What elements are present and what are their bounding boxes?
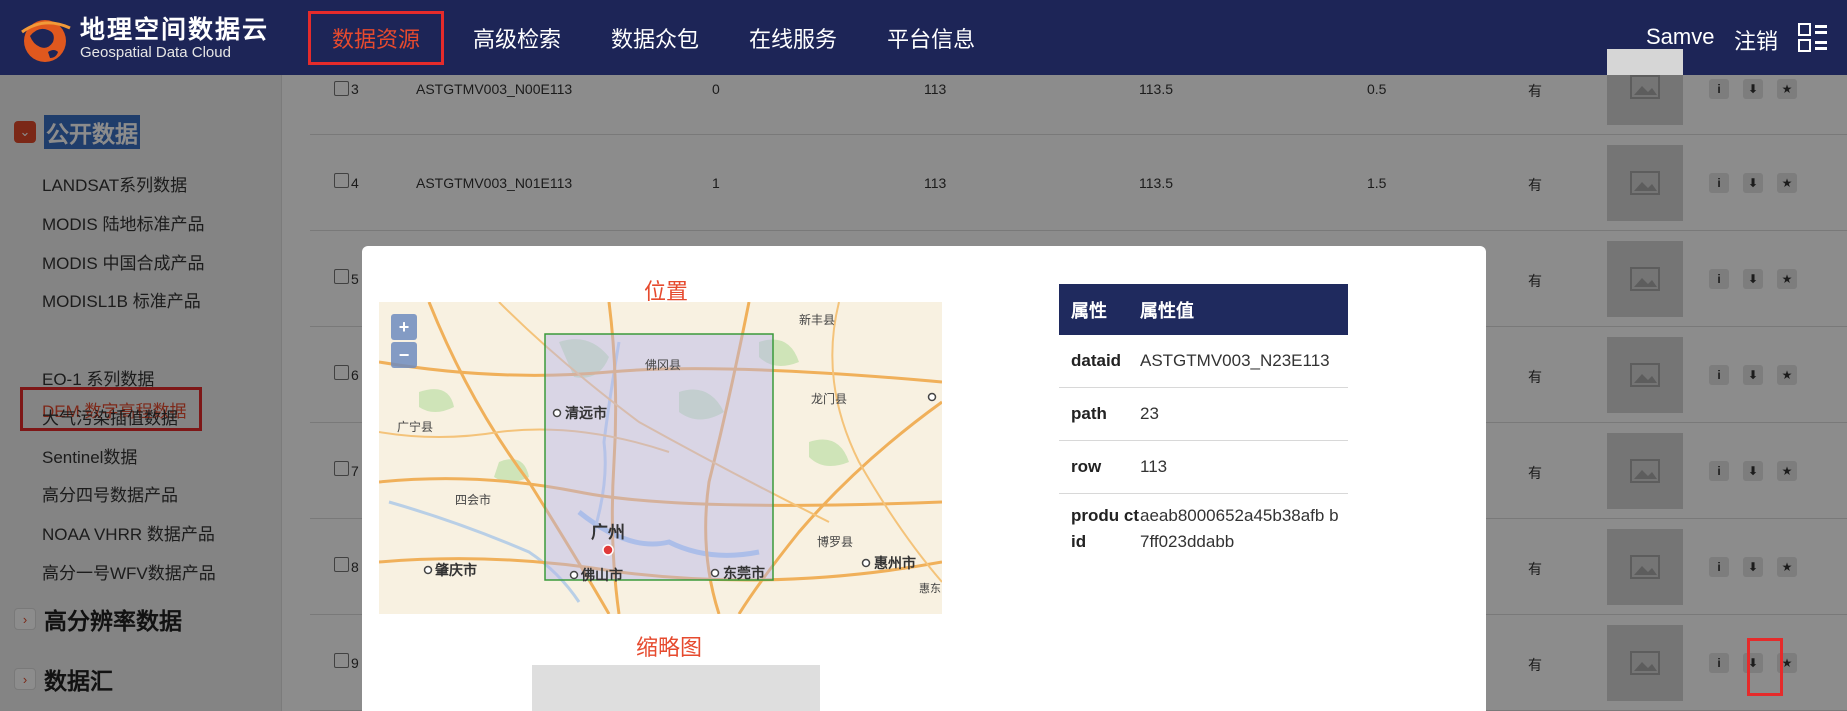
attributes-table: 属性 属性值 dataid ASTGTMV003_N23E113 path 23… — [1059, 284, 1348, 564]
map-label-guangning: 广宁县 — [397, 419, 433, 434]
map-label-boluo: 博罗县 — [817, 534, 853, 549]
map-label-sihui: 四会市 — [455, 492, 491, 507]
map-label-fogang: 佛冈县 — [645, 358, 681, 372]
attr-key: path — [1071, 404, 1107, 423]
attr-value: 23 — [1140, 404, 1159, 423]
attr-row-row: row 113 — [1059, 441, 1348, 494]
attr-row-path: path 23 — [1059, 388, 1348, 441]
thumbnail-title: 缩略图 — [636, 635, 703, 660]
attr-row-productid: produ ctid aeab8000652a45b38afb b7ff023d… — [1059, 494, 1348, 564]
map-label-xinfeng: 新丰县 — [799, 312, 835, 327]
data-detail-modal: 位置 新丰县 佛冈县 清远市 龙门县 广宁县 四会市 广州 博罗县 惠州市 肇庆… — [362, 246, 1486, 711]
attr-row-dataid: dataid ASTGTMV003_N23E113 — [1059, 335, 1348, 388]
map-label-foshan: 佛山市 — [580, 567, 623, 584]
location-map[interactable]: 新丰县 佛冈县 清远市 龙门县 广宁县 四会市 广州 博罗县 惠州市 肇庆市 佛… — [379, 302, 942, 614]
header-overlay — [0, 0, 1847, 75]
map-label-huizhou: 惠州市 — [874, 555, 916, 572]
map-label-qingyuan: 清远市 — [565, 405, 607, 422]
attr-value: 113 — [1140, 457, 1168, 476]
map-label-zhaoqing: 肇庆市 — [435, 562, 477, 579]
attr-key: dataid — [1071, 351, 1122, 370]
attr-value: aeab8000652a45b38afb b7ff023ddabb — [1140, 506, 1339, 551]
attr-key: row — [1071, 457, 1102, 476]
zoom-out-button[interactable]: − — [391, 342, 417, 368]
attr-header-value: 属性值 — [1140, 300, 1194, 321]
attributes-header: 属性 属性值 — [1059, 284, 1348, 335]
map-label-dongguan: 东莞市 — [723, 565, 765, 582]
map-canvas: 新丰县 佛冈县 清远市 龙门县 广宁县 四会市 广州 博罗县 惠州市 肇庆市 佛… — [379, 302, 942, 614]
map-label-longmen: 龙门县 — [811, 391, 847, 406]
map-label-guangzhou: 广州 — [591, 522, 625, 543]
zoom-in-button[interactable]: + — [391, 314, 417, 340]
attr-key: produ ctid — [1071, 506, 1139, 551]
map-label-huidong: 惠东 — [919, 581, 941, 595]
attr-header-key: 属性 — [1071, 300, 1107, 321]
download-highlight — [1747, 638, 1783, 696]
attr-value: ASTGTMV003_N23E113 — [1140, 351, 1330, 370]
thumbnail-preview — [532, 665, 820, 711]
